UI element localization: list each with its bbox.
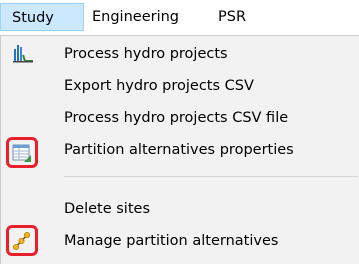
menu-separator xyxy=(64,176,358,177)
menu-study[interactable]: Study xyxy=(0,3,84,31)
menu-item-label: Partition alternatives properties xyxy=(64,142,294,158)
menu-engineering[interactable]: Engineering xyxy=(86,3,212,31)
menu-psr[interactable]: PSR xyxy=(214,3,274,31)
menu-item-label: Manage partition alternatives xyxy=(64,233,279,249)
menu-item-partition-alternatives-properties[interactable]: Partition alternatives properties xyxy=(1,134,358,168)
menu-item-export-hydro-projects-csv[interactable]: Export hydro projects CSV xyxy=(1,70,358,102)
menu-item-label: Export hydro projects CSV xyxy=(64,78,254,94)
menu-item-process-hydro-projects[interactable]: Process hydro projects xyxy=(1,38,358,70)
study-dropdown-menu: Process hydro projects Export hydro proj… xyxy=(0,35,359,264)
menu-item-process-hydro-projects-csv-file[interactable]: Process hydro projects CSV file xyxy=(1,102,358,134)
partition-link-icon xyxy=(6,225,38,256)
table-properties-icon xyxy=(6,137,38,168)
menu-item-label: Delete sites xyxy=(64,201,150,217)
menu-item-label: Process hydro projects CSV file xyxy=(64,110,289,126)
menu-item-delete-sites[interactable]: Delete sites xyxy=(1,193,358,225)
menu-bar: Study Engineering PSR xyxy=(0,0,359,36)
hydro-chart-icon xyxy=(8,39,38,69)
menu-item-manage-partition-alternatives[interactable]: Manage partition alternatives xyxy=(1,225,358,257)
application-window: Study Engineering PSR Process hydro proj… xyxy=(0,0,359,264)
menu-item-label: Process hydro projects xyxy=(64,46,228,62)
